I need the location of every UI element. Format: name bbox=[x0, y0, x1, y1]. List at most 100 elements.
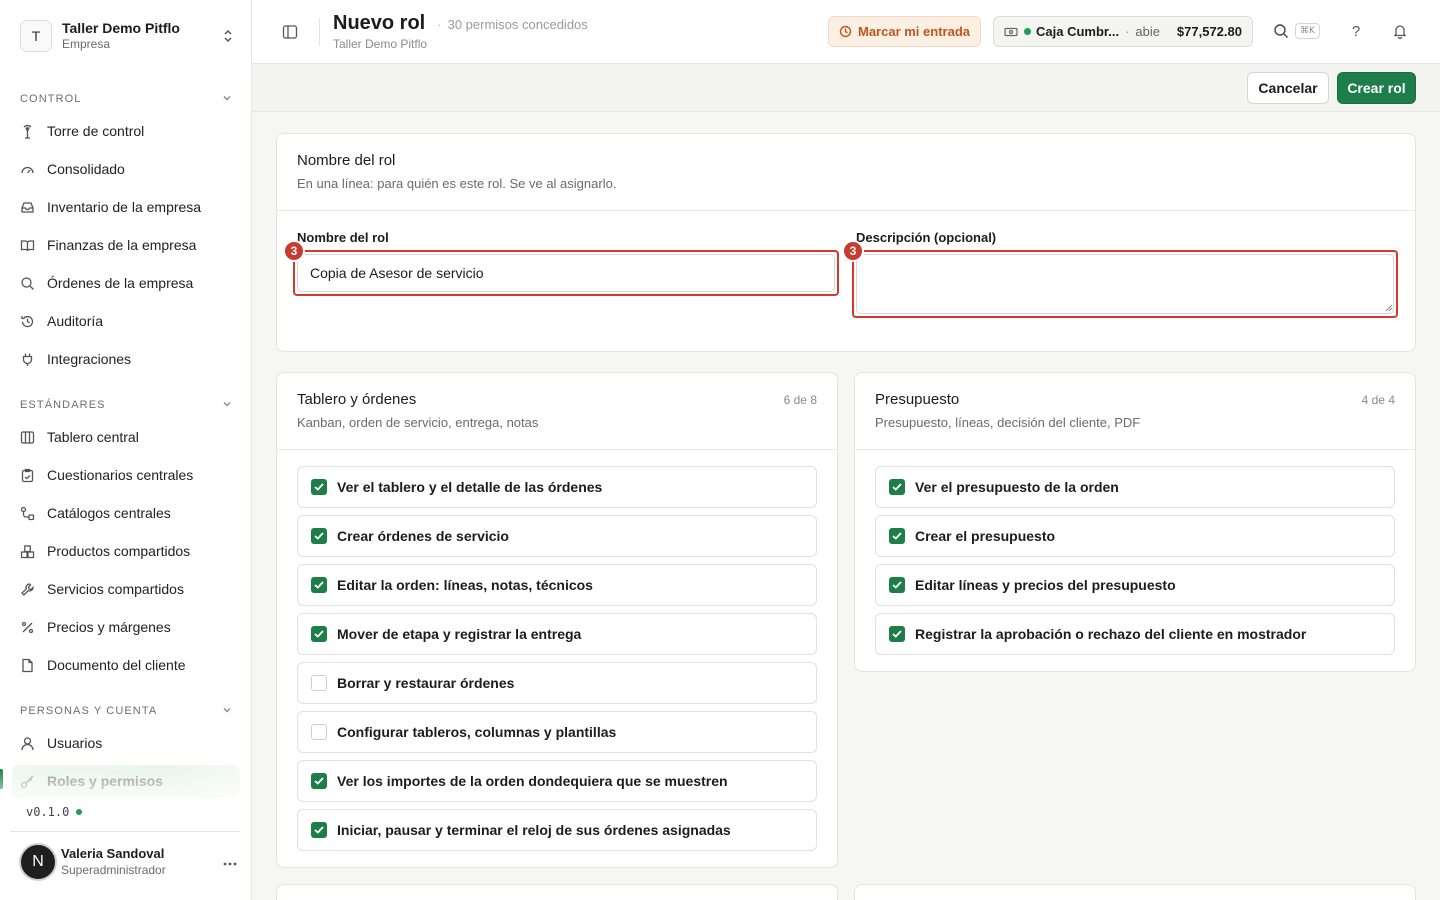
permission-label: Configurar tableros, columnas y plantill… bbox=[337, 724, 617, 740]
sidebar-item-inventario[interactable]: Inventario de la empresa bbox=[12, 191, 240, 223]
permission-label: Borrar y restaurar órdenes bbox=[337, 675, 515, 691]
org-switcher[interactable]: T Taller Demo Pitflo Empresa bbox=[20, 17, 236, 55]
create-role-button[interactable]: Crear rol bbox=[1337, 72, 1416, 104]
permission-row[interactable]: Ver el tablero y el detalle de las órden… bbox=[297, 466, 817, 508]
checkbox-checked[interactable] bbox=[889, 528, 905, 544]
checkbox-unchecked[interactable] bbox=[311, 675, 327, 691]
checkbox-checked[interactable] bbox=[889, 479, 905, 495]
permission-row[interactable]: Ver los importes de la orden dondequiera… bbox=[297, 760, 817, 802]
sidebar-item-auditoria[interactable]: Auditoría bbox=[12, 305, 240, 337]
chevrons-updown-icon[interactable] bbox=[220, 28, 236, 44]
search-icon[interactable] bbox=[1272, 22, 1290, 40]
permission-row[interactable]: Crear órdenes de servicio bbox=[297, 515, 817, 557]
sidebar-item-cuestionarios[interactable]: Cuestionarios centrales bbox=[12, 459, 240, 491]
version-label: v0.1.0 bbox=[26, 805, 70, 819]
permission-label: Crear el presupuesto bbox=[915, 528, 1056, 544]
role-name-input[interactable] bbox=[297, 254, 835, 292]
clipboard-icon bbox=[20, 468, 35, 483]
sidebar-item-servicios[interactable]: Servicios compartidos bbox=[12, 573, 240, 605]
section-personas[interactable]: PERSONAS Y CUENTA bbox=[20, 702, 232, 720]
sidebar-item-label: Precios y márgenes bbox=[47, 619, 171, 635]
permission-label: Crear órdenes de servicio bbox=[337, 528, 509, 544]
permission-row[interactable]: Configurar tableros, columnas y plantill… bbox=[297, 711, 817, 753]
chevron-down-icon[interactable] bbox=[222, 90, 232, 108]
permission-row[interactable]: Crear el presupuesto bbox=[875, 515, 1395, 557]
cash-register-amount: $77,572.80 bbox=[1176, 24, 1242, 39]
permission-row[interactable]: Editar líneas y precios del presupuesto bbox=[875, 564, 1395, 606]
user-menu[interactable]: N Valeria Sandoval Superadministrador bbox=[19, 843, 237, 881]
check-icon bbox=[892, 532, 902, 540]
permission-row[interactable]: Editar la orden: líneas, notas, técnicos bbox=[297, 564, 817, 606]
permission-group-tablero: Tablero y órdenes Kanban, orden de servi… bbox=[276, 372, 838, 868]
permission-row[interactable]: Registrar la aprobación o rechazo del cl… bbox=[875, 613, 1395, 655]
cash-register-name: Caja Cumbr... bbox=[1036, 24, 1120, 39]
permission-label: Editar la orden: líneas, notas, técnicos bbox=[337, 577, 593, 593]
permission-label: Ver el presupuesto de la orden bbox=[915, 479, 1119, 495]
gauge-icon bbox=[20, 162, 35, 177]
checkbox-checked[interactable] bbox=[889, 626, 905, 642]
permission-group-presupuesto: Presupuesto Presupuesto, líneas, decisió… bbox=[854, 372, 1416, 672]
sidebar-item-ordenes[interactable]: Órdenes de la empresa bbox=[12, 267, 240, 299]
sidebar-item-documento[interactable]: Documento del cliente bbox=[12, 649, 240, 681]
chevron-down-icon[interactable] bbox=[222, 396, 232, 414]
shortcut-hint: ⌘K bbox=[1295, 23, 1320, 39]
role-description-textarea[interactable] bbox=[856, 254, 1394, 314]
sidebar-item-label: Servicios compartidos bbox=[47, 581, 184, 597]
checkbox-unchecked[interactable] bbox=[311, 724, 327, 740]
section-control[interactable]: CONTROL bbox=[20, 90, 232, 108]
search-icon bbox=[20, 276, 35, 291]
columns-icon bbox=[20, 430, 35, 445]
topbar: Nuevo rol · 30 permisos concedidos Talle… bbox=[252, 0, 1440, 64]
section-label: ESTÁNDARES bbox=[20, 399, 106, 411]
sidebar-item-integraciones[interactable]: Integraciones bbox=[12, 343, 240, 375]
card-description: Kanban, orden de servicio, entrega, nota… bbox=[297, 415, 539, 430]
checkbox-checked[interactable] bbox=[311, 577, 327, 593]
check-icon bbox=[892, 483, 902, 491]
sidebar-item-roles[interactable]: Roles y permisos bbox=[12, 765, 240, 797]
main-content: Nombre del rol En una línea: para quién … bbox=[252, 112, 1440, 900]
clock-icon bbox=[839, 25, 852, 38]
sidebar-item-label: Roles y permisos bbox=[47, 773, 163, 789]
separator-dot: · bbox=[1125, 24, 1130, 39]
sidebar-item-tablero-central[interactable]: Tablero central bbox=[12, 421, 240, 453]
sidebar-item-catalogos[interactable]: Catálogos centrales bbox=[12, 497, 240, 529]
page-subtitle: Taller Demo Pitflo bbox=[333, 37, 428, 51]
boxes-icon bbox=[20, 544, 35, 559]
permission-row[interactable]: Ver el presupuesto de la orden bbox=[875, 466, 1395, 508]
role-name-label: Nombre del rol bbox=[297, 230, 389, 245]
history-icon bbox=[20, 314, 35, 329]
card-title: Tablero y órdenes bbox=[297, 391, 417, 408]
checkbox-checked[interactable] bbox=[889, 577, 905, 593]
check-icon bbox=[314, 826, 324, 834]
check-icon bbox=[314, 777, 324, 785]
sidebar-item-finanzas[interactable]: Finanzas de la empresa bbox=[12, 229, 240, 261]
checkbox-checked[interactable] bbox=[311, 528, 327, 544]
org-name: Taller Demo Pitflo bbox=[62, 20, 180, 36]
permission-row[interactable]: Mover de etapa y registrar la entrega bbox=[297, 613, 817, 655]
sidebar-item-torre-de-control[interactable]: Torre de control bbox=[12, 115, 240, 147]
section-estandares[interactable]: ESTÁNDARES bbox=[20, 396, 232, 414]
cancel-button[interactable]: Cancelar bbox=[1247, 72, 1329, 104]
cash-register-state: abie bbox=[1135, 24, 1160, 39]
sidebar-item-consolidado[interactable]: Consolidado bbox=[12, 153, 240, 185]
status-dot bbox=[76, 809, 83, 815]
sidebar-item-usuarios[interactable]: Usuarios bbox=[12, 727, 240, 759]
permission-row[interactable]: Borrar y restaurar órdenes bbox=[297, 662, 817, 704]
checkbox-checked[interactable] bbox=[311, 479, 327, 495]
sidebar-item-precios[interactable]: Precios y márgenes bbox=[12, 611, 240, 643]
permission-label: Ver el tablero y el detalle de las órden… bbox=[337, 479, 603, 495]
cash-register-selector[interactable]: Caja Cumbr... · abie $77,572.80 bbox=[993, 16, 1253, 47]
sidebar-item-productos[interactable]: Productos compartidos bbox=[12, 535, 240, 567]
checkbox-checked[interactable] bbox=[311, 822, 327, 838]
clock-in-button[interactable]: Marcar mi entrada bbox=[828, 16, 981, 47]
checkbox-checked[interactable] bbox=[311, 773, 327, 789]
check-icon bbox=[892, 630, 902, 638]
more-icon[interactable] bbox=[223, 853, 237, 871]
permission-row[interactable]: Iniciar, pausar y terminar el reloj de s… bbox=[297, 809, 817, 851]
help-icon[interactable]: ? bbox=[1348, 21, 1364, 41]
chevron-down-icon[interactable] bbox=[222, 702, 232, 720]
sidebar-toggle-icon[interactable] bbox=[280, 22, 300, 42]
resize-handle-icon[interactable] bbox=[1385, 304, 1393, 312]
checkbox-checked[interactable] bbox=[311, 626, 327, 642]
bell-icon[interactable] bbox=[1391, 22, 1409, 40]
